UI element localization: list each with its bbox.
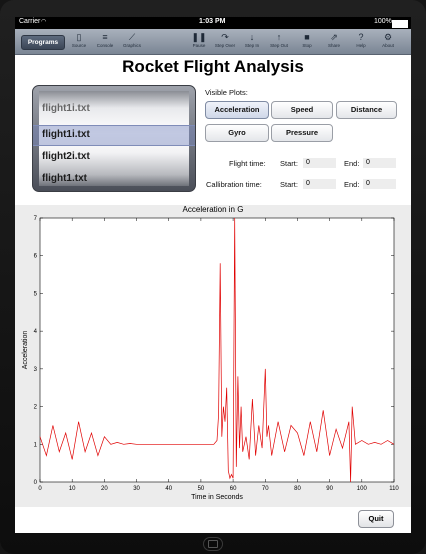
y-tick-label: 4 (34, 329, 38, 335)
stop-label: Stop (302, 43, 312, 48)
picker-item-below[interactable]: flight1.txt (42, 173, 87, 184)
carrier-label: Carrier (19, 18, 41, 25)
share-icon: ⇗ (330, 32, 338, 42)
page-title: Rocket Flight Analysis (122, 57, 304, 76)
source-label: Source (71, 43, 87, 48)
flight-end-field[interactable]: 0 (363, 158, 396, 168)
calib-end-label: End: (344, 180, 360, 189)
flight-end-label: End: (344, 159, 360, 168)
gear-icon: ⚙ (383, 32, 393, 42)
calib-start-field[interactable]: 0 (303, 179, 336, 189)
picker-item-selected[interactable]: flight1i.txt (42, 129, 90, 140)
y-tick-label: 3 (34, 367, 38, 373)
app-screen: Carrier ◠ 1:03 PM 100% Programs ▯ Source … (15, 17, 411, 533)
clock: 1:03 PM (199, 18, 226, 25)
help-button[interactable]: ? Help (348, 31, 374, 53)
help-label: Help (356, 43, 366, 48)
step-in-icon: ↓ (249, 32, 255, 42)
home-button[interactable] (203, 537, 223, 551)
battery-percent: 100% (374, 18, 392, 25)
about-button[interactable]: ⚙ About (375, 31, 401, 53)
about-label: About (382, 43, 394, 48)
calib-end-field[interactable]: 0 (363, 179, 396, 189)
source-button[interactable]: ▯ Source (66, 31, 92, 53)
step-out-icon: ↑ (276, 32, 282, 42)
y-tick-label: 5 (34, 291, 38, 297)
flight-time-label: Flight time: (229, 159, 266, 168)
graphics-button[interactable]: ⟋ Graphics (119, 31, 145, 53)
step-in-label: Step In (244, 43, 260, 48)
stop-icon: ■ (304, 32, 310, 42)
x-tick-label: 60 (230, 486, 237, 492)
document-icon: ▯ (76, 32, 82, 42)
tablet-frame: Carrier ◠ 1:03 PM 100% Programs ▯ Source … (0, 0, 426, 554)
graphics-label: Graphics (122, 43, 141, 48)
share-button[interactable]: ⇗ Share (321, 31, 347, 53)
flight-start-label: Start: (280, 159, 298, 168)
x-tick-label: 10 (69, 486, 76, 492)
share-label: Share (327, 43, 340, 48)
visible-plots-label: Visible Plots: (205, 88, 248, 97)
x-tick-label: 20 (101, 486, 108, 492)
quit-button[interactable]: Quit (358, 510, 394, 528)
acceleration-button[interactable]: Acceleration (205, 101, 269, 119)
x-tick-label: 80 (294, 486, 301, 492)
console-label: Console (96, 43, 114, 48)
pause-icon: ❚❚ (191, 32, 207, 42)
step-over-icon: ↷ (221, 32, 229, 42)
pressure-button[interactable]: Pressure (271, 124, 333, 142)
step-out-label: Step Out (270, 43, 288, 48)
x-tick-label: 50 (198, 486, 205, 492)
status-bar: Carrier ◠ 1:03 PM 100% (15, 17, 411, 29)
y-tick-label: 0 (34, 480, 38, 486)
picker-item-above[interactable]: flight1i.txt (42, 103, 90, 114)
gyro-button[interactable]: Gyro (205, 124, 269, 142)
calibration-time-label: Callibration time: (206, 180, 262, 189)
file-picker[interactable]: flight1i.txt flight1i.txt flight2i.txt f… (32, 85, 196, 192)
step-over-label: Step Over (214, 43, 236, 48)
programs-button[interactable]: Programs (21, 35, 65, 50)
y-tick-label: 1 (34, 442, 38, 448)
x-tick-label: 40 (165, 486, 172, 492)
acceleration-chart: 0 10 20 30 40 50 60 70 80 90 100 110 0 1 2 3 4 5 6 7 Time i… (22, 216, 399, 501)
flight-start-field[interactable]: 0 (303, 158, 336, 168)
battery-icon (392, 20, 408, 28)
wifi-icon: ◠ (41, 19, 47, 25)
y-axis-label: Acceleration (22, 331, 29, 370)
home-square-icon (208, 540, 218, 548)
step-over-button[interactable]: ↷ Step Over (212, 31, 238, 53)
x-tick-label: 30 (133, 486, 140, 492)
distance-button[interactable]: Distance (336, 101, 397, 119)
console-icon: ≡ (102, 32, 108, 42)
help-icon: ? (358, 32, 364, 42)
x-axis-label: Time in Seconds (191, 494, 243, 501)
speed-button[interactable]: Speed (271, 101, 333, 119)
y-tick-label: 7 (34, 216, 38, 222)
calib-start-label: Start: (280, 180, 298, 189)
step-in-button[interactable]: ↓ Step In (239, 31, 265, 53)
stop-button[interactable]: ■ Stop (294, 31, 320, 53)
step-out-button[interactable]: ↑ Step Out (266, 31, 292, 53)
console-button[interactable]: ≡ Console (92, 31, 118, 53)
graph-icon: ⟋ (128, 32, 136, 42)
x-tick-label: 0 (38, 486, 42, 492)
y-tick-label: 2 (34, 405, 38, 411)
picker-item-next[interactable]: flight2i.txt (42, 151, 90, 162)
y-tick-label: 6 (34, 254, 38, 260)
pause-label: Pause (192, 43, 206, 48)
x-tick-label: 110 (389, 486, 399, 492)
toolbar: Programs ▯ Source ≡ Console ⟋ Graphics ❚❚ Pa… (15, 29, 411, 55)
pause-button[interactable]: ❚❚ Pause (186, 31, 212, 53)
x-tick-label: 90 (326, 486, 333, 492)
x-tick-label: 100 (357, 486, 368, 492)
x-tick-label: 70 (262, 486, 269, 492)
